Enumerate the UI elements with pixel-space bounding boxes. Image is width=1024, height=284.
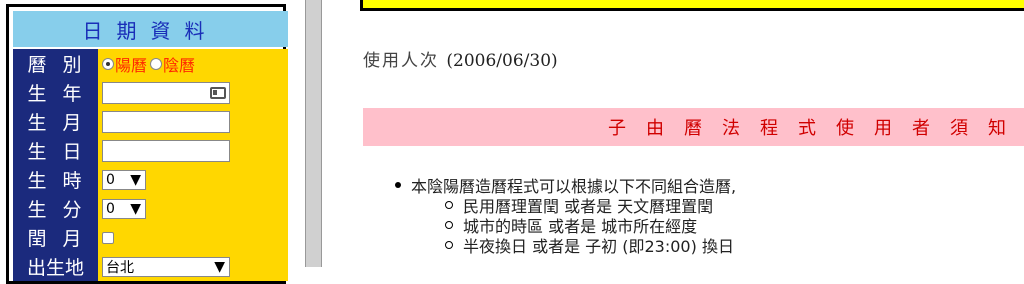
panel-header: 日期資料: [13, 11, 288, 47]
hour-cell: 0 ▼: [98, 165, 288, 194]
form-row-day: 生日: [13, 136, 288, 165]
day-input[interactable]: [102, 139, 230, 162]
lunar-radio-label[interactable]: 陰曆: [163, 52, 195, 76]
list-subitem: 民用曆理置閏 或者是 天文曆理置閏: [445, 195, 736, 216]
notice-box: [360, 0, 1024, 11]
hour-label: 生時: [13, 165, 98, 194]
circle-bullet-icon: [445, 221, 453, 229]
list-item: 本陰陽曆造曆程式可以根據以下不同組合造曆,: [395, 175, 736, 196]
calendar-label: 曆別: [13, 49, 98, 78]
form-row-minute: 生分 0 ▼: [13, 194, 288, 223]
form-row-calendar: 曆別 陽曆 陰曆: [13, 49, 288, 78]
year-input[interactable]: [102, 81, 230, 104]
leap-month-label: 閏月: [13, 223, 98, 252]
hour-select[interactable]: 0 ▼: [102, 169, 146, 190]
year-label: 生年: [13, 78, 98, 107]
date-form-panel: 日期資料 曆別 陽曆 陰曆 生年 生月 生日 生時 0 ▼ 生分 0 ▼ 閏月 …: [6, 4, 288, 284]
usage-date: (2006/06/30): [446, 51, 558, 71]
chevron-down-icon: ▼: [130, 171, 141, 188]
month-input[interactable]: [102, 110, 230, 133]
instructions-list: 本陰陽曆造曆程式可以根據以下不同組合造曆, 民用曆理置閏 或者是 天文曆理置閏 …: [395, 175, 736, 256]
frame-divider[interactable]: [305, 0, 322, 267]
section-title: 子由曆法程式使用者須知: [363, 108, 1024, 146]
month-label: 生月: [13, 107, 98, 136]
minute-select[interactable]: 0 ▼: [102, 198, 146, 219]
leap-cell: [98, 223, 288, 252]
circle-bullet-icon: [445, 201, 453, 209]
circle-bullet-icon: [445, 241, 453, 249]
bullet-icon: [395, 182, 401, 188]
year-cell: [98, 78, 288, 107]
list-subitem: 城市的時區 或者是 城市所在經度: [445, 215, 736, 236]
day-cell: [98, 136, 288, 165]
minute-label: 生分: [13, 194, 98, 223]
list-subitem: 半夜換日 或者是 子初 (即23:00) 換日: [445, 235, 736, 256]
form-row-year: 生年: [13, 78, 288, 107]
day-label: 生日: [13, 136, 98, 165]
leap-month-checkbox[interactable]: [102, 231, 114, 244]
solar-radio-label[interactable]: 陽曆: [115, 52, 147, 76]
minute-cell: 0 ▼: [98, 194, 288, 223]
hour-select-value: 0: [106, 171, 115, 188]
usage-label: 使用人次: [363, 51, 439, 71]
form-row-leap: 閏月: [13, 223, 288, 252]
form-row-hour: 生時 0 ▼: [13, 165, 288, 194]
form-row-month: 生月: [13, 107, 288, 136]
usage-counter: 使用人次 (2006/06/30): [363, 46, 558, 71]
lunar-radio[interactable]: [150, 57, 163, 70]
date-form: 曆別 陽曆 陰曆 生年 生月 生日 生時 0 ▼ 生分 0 ▼ 閏月 出生地 台…: [13, 49, 288, 281]
subitem-text: 半夜換日 或者是 子初 (即23:00) 換日: [463, 237, 734, 256]
contact-card-icon[interactable]: [210, 86, 226, 99]
month-cell: [98, 107, 288, 136]
calendar-options: 陽曆 陰曆: [98, 49, 288, 78]
solar-radio[interactable]: [102, 57, 114, 70]
chevron-down-icon: ▼: [130, 200, 141, 217]
minute-select-value: 0: [106, 200, 115, 217]
